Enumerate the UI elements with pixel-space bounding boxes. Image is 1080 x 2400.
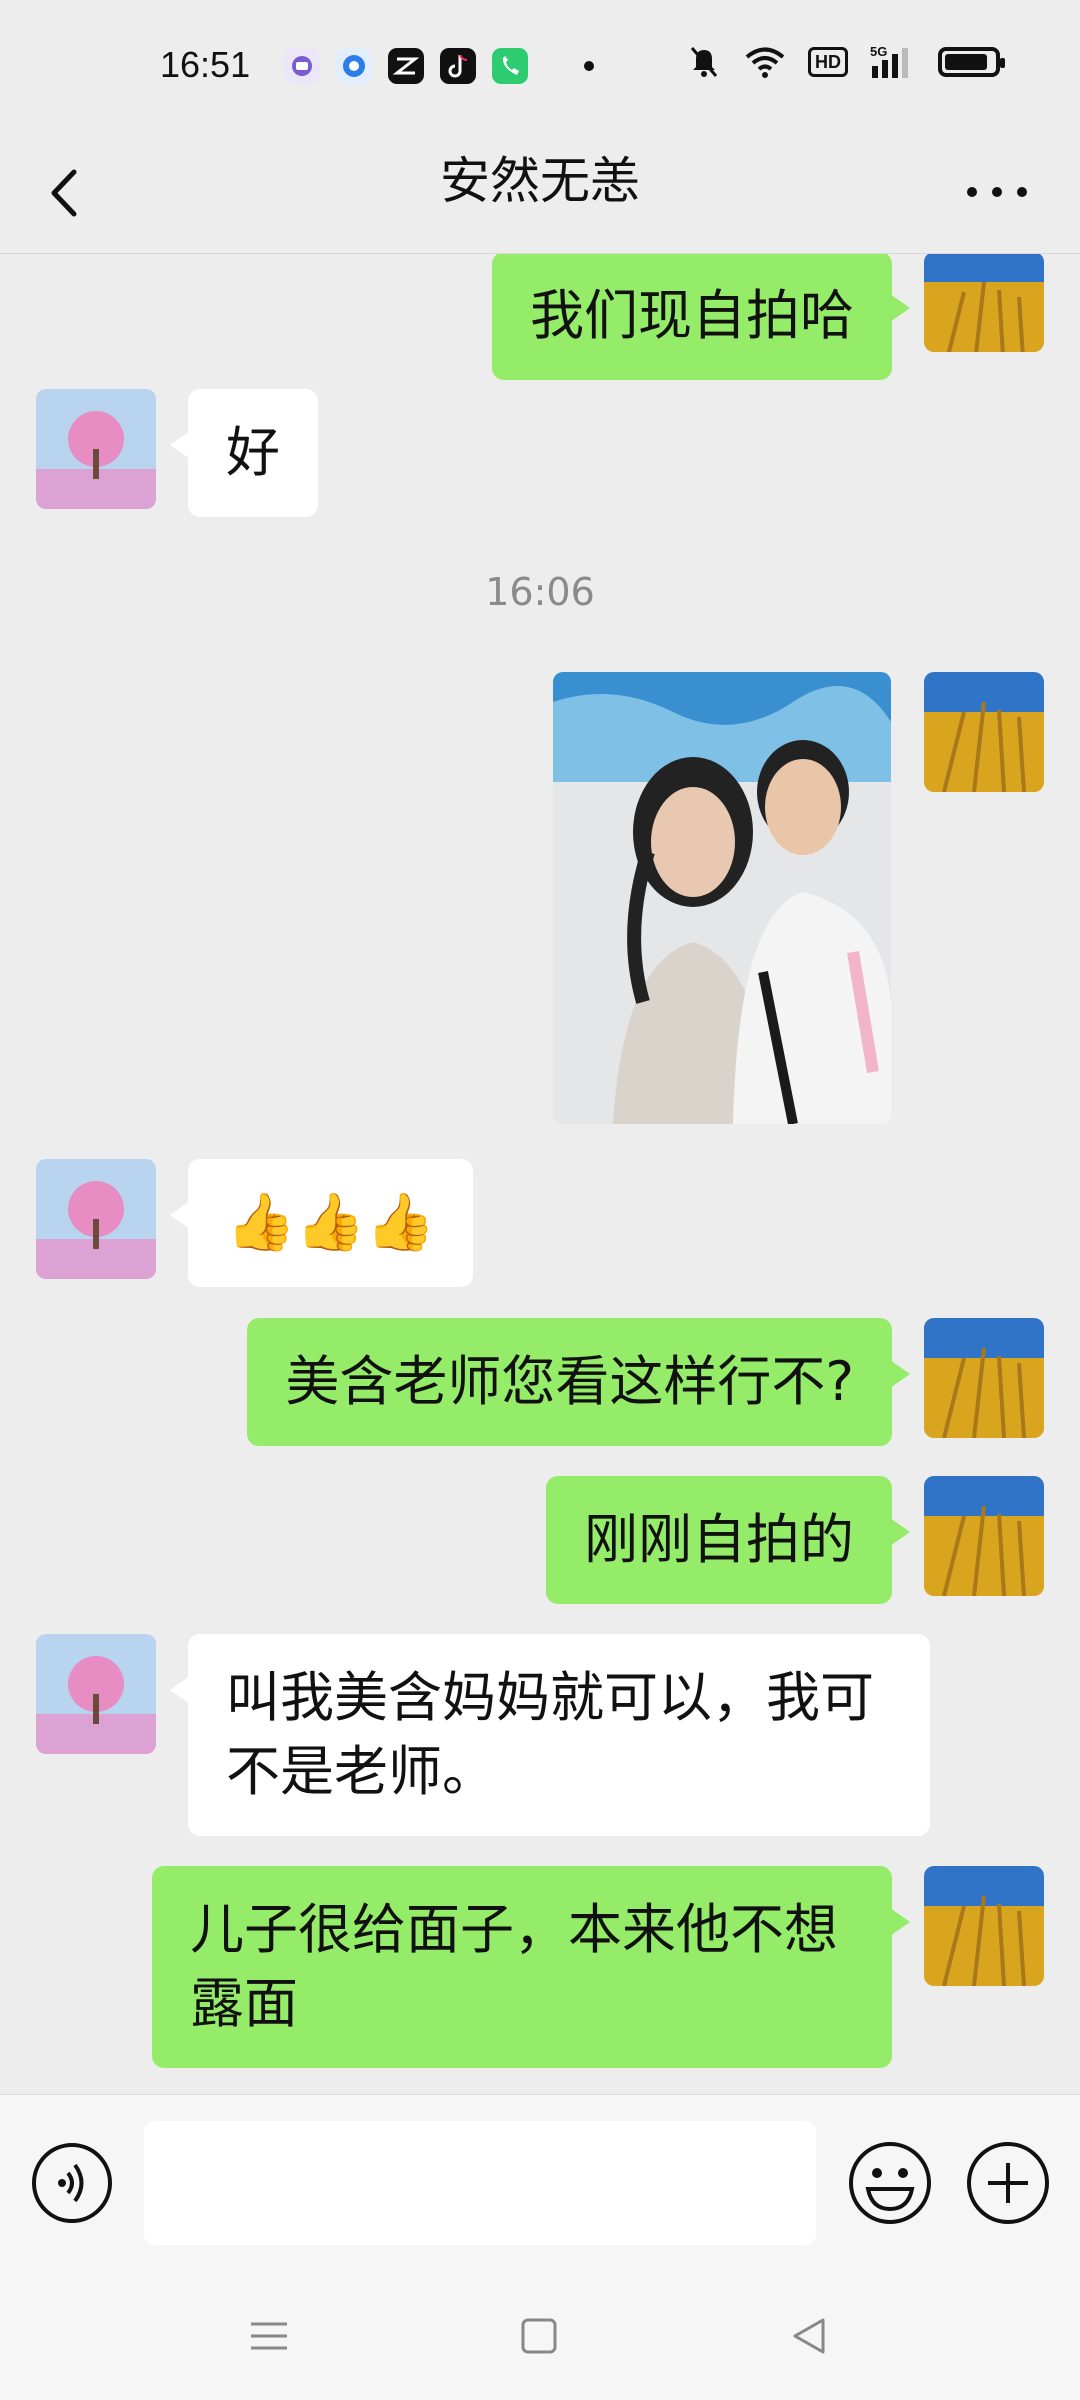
status-indicators: HD 5G <box>686 44 1005 80</box>
message-list[interactable]: 我们现自拍哈 好 16:06 👍👍👍 美含老师您看这样行不? 刚刚自拍的 叫我美… <box>0 254 1080 2094</box>
message-bubble[interactable]: 刚刚自拍的 <box>546 1476 910 1604</box>
home-icon[interactable] <box>509 2306 569 2366</box>
message-row: 刚刚自拍的 <box>0 1476 1080 1606</box>
mute-icon <box>690 47 718 77</box>
system-nav-bar <box>0 2268 1080 2400</box>
wifi-icon <box>745 47 785 78</box>
message-row <box>0 672 1080 1124</box>
blue-app-icon <box>336 48 372 84</box>
timestamp: 16:06 <box>485 570 595 614</box>
my-avatar[interactable] <box>924 1476 1044 1596</box>
capcut-icon <box>388 48 424 84</box>
status-bar: 16:51 HD 5G <box>0 0 1080 136</box>
status-app-icons <box>284 48 594 84</box>
message-row: 叫我美含妈妈就可以，我可不是老师。 <box>0 1634 1080 1836</box>
message-bubble[interactable]: 我们现自拍哈 <box>492 254 910 380</box>
my-avatar[interactable] <box>924 672 1044 792</box>
status-time: 16:51 <box>160 44 251 85</box>
phone-call-icon <box>492 48 528 84</box>
my-avatar[interactable] <box>924 254 1044 352</box>
message-text: 好 <box>226 421 280 484</box>
message-row: 儿子很给面子，本来他不想露面 <box>0 1866 1080 2068</box>
message-text: 美含老师您看这样行不? <box>285 1350 854 1413</box>
my-avatar[interactable] <box>924 1866 1044 1986</box>
signal-5g-icon: 5G <box>870 44 908 78</box>
contact-avatar[interactable] <box>36 389 156 509</box>
chat-header: 安然无恙 <box>0 136 1080 254</box>
message-bubble[interactable]: 叫我美含妈妈就可以，我可不是老师。 <box>170 1634 930 1836</box>
chat-title: 安然无恙 <box>440 152 640 210</box>
hd-badge: HD <box>808 47 848 77</box>
emoji-icon[interactable] <box>846 2139 934 2227</box>
plus-icon[interactable] <box>964 2139 1052 2227</box>
input-bar <box>0 2094 1080 2268</box>
menu-icon[interactable] <box>239 2306 299 2366</box>
purple-app-icon <box>284 48 320 84</box>
message-text: 儿子很给面子，本来他不想露面 <box>190 1898 838 2035</box>
selfie-photo[interactable] <box>553 672 891 1124</box>
message-bubble[interactable]: 👍👍👍 <box>169 1159 474 1287</box>
battery-icon <box>938 47 1005 77</box>
message-row: 好 <box>0 389 1080 519</box>
ellipsis-icon[interactable] <box>962 172 1032 212</box>
back-triangle-icon[interactable] <box>779 2306 839 2366</box>
thumbs-up-emoji: 👍👍👍 <box>226 1190 436 1255</box>
notification-dot <box>584 61 594 71</box>
message-row: 👍👍👍 <box>0 1159 1080 1289</box>
message-row: 我们现自拍哈 <box>0 254 1080 380</box>
message-input[interactable] <box>144 2121 816 2245</box>
my-avatar[interactable] <box>924 1318 1044 1438</box>
tiktok-icon <box>440 48 476 84</box>
message-text: 刚刚自拍的 <box>584 1508 854 1571</box>
voice-icon[interactable] <box>30 2141 114 2225</box>
message-text: 叫我美含妈妈就可以，我可不是老师。 <box>226 1666 874 1803</box>
message-bubble[interactable]: 儿子很给面子，本来他不想露面 <box>152 1866 910 2068</box>
message-bubble[interactable]: 美含老师您看这样行不? <box>247 1318 910 1446</box>
contact-avatar[interactable] <box>36 1634 156 1754</box>
contact-avatar[interactable] <box>36 1159 156 1279</box>
message-row: 美含老师您看这样行不? <box>0 1318 1080 1448</box>
message-text: 我们现自拍哈 <box>530 284 854 347</box>
message-bubble[interactable]: 好 <box>170 389 318 517</box>
svg-text:5G: 5G <box>870 44 887 59</box>
